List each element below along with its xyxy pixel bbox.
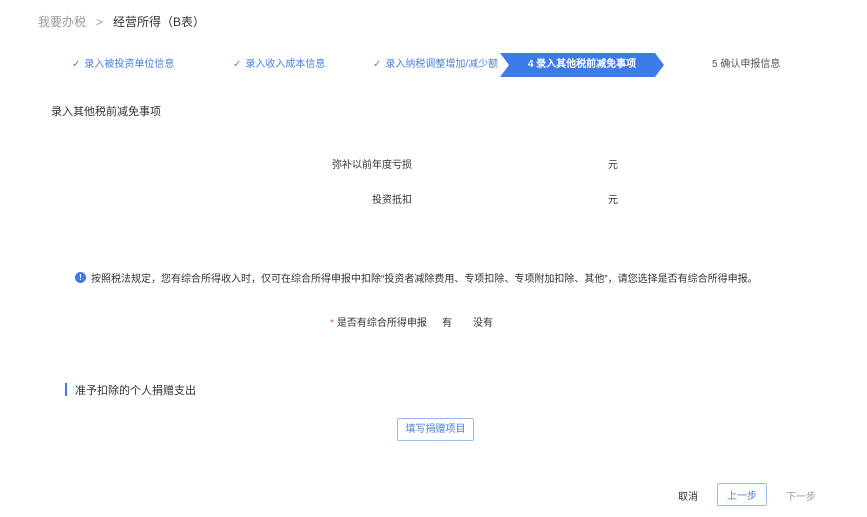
step-2[interactable]: ✓ 录入收入成本信息 (233, 53, 325, 77)
breadcrumb: 我要办税 > 经营所得（B表） (38, 13, 205, 30)
check-icon: ✓ (72, 59, 81, 70)
breadcrumb-home-link[interactable]: 我要办税 (38, 13, 86, 30)
donation-section-header: 准予扣除的个人捐赠支出 (65, 383, 196, 397)
step-2-label: 录入收入成本信息 (245, 59, 326, 70)
section-title: 录入其他税前减免事项 (51, 106, 161, 118)
step-4-label: 4 录入其他税前减免事项 (527, 59, 637, 70)
info-icon: ! (75, 272, 86, 283)
notice: ! 按照税法规定，您有综合所得收入时，仅可在综合所得申报中扣除“投资者减除费用、… (75, 270, 758, 285)
radio-option-no[interactable]: 没有 (473, 314, 493, 329)
loss-offset-label: 弥补以前年度亏损 (332, 160, 412, 171)
radio-option-yes[interactable]: 有 (442, 314, 452, 329)
section-accent-bar (65, 383, 67, 396)
required-mark: * (330, 318, 334, 329)
donation-section-title: 准予扣除的个人捐赠支出 (75, 384, 196, 397)
breadcrumb-separator: > (96, 14, 104, 29)
radio-group-label-text: 是否有综合所得申报 (336, 318, 427, 329)
radio-group-label: * 是否有综合所得申报 (330, 314, 427, 329)
step-5-label: 5 确认申报信息 (712, 59, 781, 70)
check-icon: ✓ (233, 59, 242, 70)
check-icon: ✓ (373, 59, 382, 70)
step-1-label: 录入被投资单位信息 (84, 59, 175, 70)
investment-deduction-label: 投资抵扣 (372, 195, 412, 206)
next-step-button[interactable]: 下一步 (776, 484, 826, 506)
step-5: 5 确认申报信息 (712, 53, 780, 77)
step-4-active: 4 录入其他税前减免事项 (500, 53, 664, 77)
step-3[interactable]: ✓ 录入纳税调整增加/减少额 (373, 53, 498, 77)
investment-deduction-unit: 元 (608, 195, 618, 206)
step-progress: ✓ 录入被投资单位信息 ✓ 录入收入成本信息 ✓ 录入纳税调整增加/减少额 4 录入其… (0, 53, 867, 77)
fill-donation-button[interactable]: 填写捐赠项目 (397, 418, 474, 441)
step-1[interactable]: ✓ 录入被投资单位信息 (72, 53, 174, 77)
breadcrumb-current: 经营所得（B表） (113, 15, 206, 29)
cancel-button[interactable]: 取消 (668, 484, 708, 506)
prev-step-button[interactable]: 上一步 (717, 483, 767, 506)
notice-text: 按照税法规定，您有综合所得收入时，仅可在综合所得申报中扣除“投资者减除费用、专项… (91, 274, 758, 285)
step-3-label: 录入纳税调整增加/减少额 (385, 59, 499, 70)
loss-offset-unit: 元 (608, 160, 618, 171)
